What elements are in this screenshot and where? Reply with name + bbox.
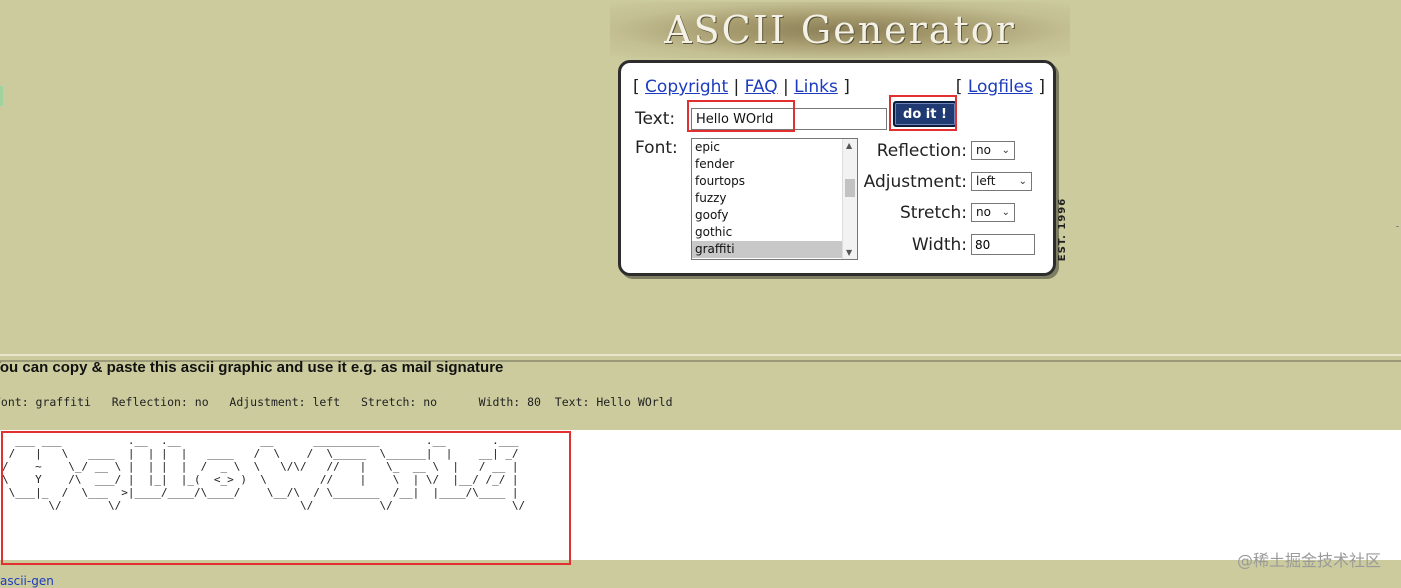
width-input[interactable] — [971, 234, 1035, 255]
chevron-down-icon: ⌄ — [1001, 207, 1010, 218]
font-option-selected[interactable]: graffiti — [692, 241, 857, 258]
font-option[interactable]: goofy — [692, 207, 857, 224]
font-listbox[interactable]: epic fender fourtops fuzzy goofy gothic … — [691, 138, 858, 260]
chevron-down-icon: ⌄ — [1018, 176, 1027, 187]
logfiles-link[interactable]: Logfiles — [968, 77, 1033, 97]
text-highlight-box — [687, 100, 795, 132]
font-option[interactable]: epic — [692, 139, 857, 156]
scroll-down-icon[interactable]: ▼ — [846, 248, 852, 257]
generator-form-panel: [ Copyright | FAQ | Links ] [ Logfiles ]… — [618, 60, 1056, 276]
font-option[interactable]: fourtops — [692, 173, 857, 190]
est-badge: EST. 1996 — [1056, 197, 1070, 261]
right-edge-mark — [1396, 226, 1399, 227]
scroll-thumb[interactable] — [845, 179, 855, 197]
left-edge-mark — [0, 86, 3, 106]
reflection-value: no — [976, 143, 991, 157]
button-highlight-box — [889, 95, 957, 131]
settings-info-line: Font: graffiti Reflection: no Adjustment… — [0, 395, 673, 409]
width-label: Width: — [911, 235, 967, 255]
bracket-open: [ — [955, 77, 963, 97]
stretch-value: no — [976, 205, 991, 219]
scroll-up-icon[interactable]: ▲ — [846, 141, 852, 150]
font-list-scrollbar[interactable]: ▲ ▼ — [842, 139, 857, 259]
stretch-select[interactable]: no ⌄ — [971, 203, 1015, 222]
bracket-close: ] — [843, 77, 850, 97]
adjustment-value: left — [976, 174, 996, 188]
links-link[interactable]: Links — [794, 77, 838, 97]
faq-link[interactable]: FAQ — [745, 77, 778, 97]
copy-message: You can copy & paste this ascii graphic … — [0, 359, 504, 376]
bracket-open: [ — [633, 77, 640, 97]
text-label: Text: — [635, 109, 676, 129]
adjustment-label: Adjustment: — [863, 172, 967, 192]
nav-separator: | — [733, 77, 740, 97]
bracket-close: ] — [1038, 77, 1045, 97]
font-option[interactable]: fuzzy — [692, 190, 857, 207]
watermark: @稀土掘金技术社区 — [1236, 551, 1381, 570]
font-option[interactable]: gothic — [692, 224, 857, 241]
nav-separator: | — [783, 77, 789, 97]
top-nav-right: [ Logfiles ] — [956, 77, 1045, 97]
est-text: EST. 1996 — [1057, 197, 1069, 261]
adjustment-select[interactable]: left ⌄ — [971, 172, 1032, 191]
site-logo: ASCII Generator — [610, 2, 1070, 58]
logo-text: ASCII Generator — [664, 8, 1016, 52]
chevron-down-icon: ⌄ — [1001, 145, 1010, 156]
output-highlight-box — [1, 431, 571, 565]
stretch-label: Stretch: — [899, 203, 967, 223]
top-nav: [ Copyright | FAQ | Links ] — [633, 77, 850, 97]
copyright-link[interactable]: Copyright — [645, 77, 728, 97]
font-option[interactable]: fender — [692, 156, 857, 173]
reflection-label: Reflection: — [876, 141, 967, 161]
font-label: Font: — [635, 138, 678, 158]
ascii-output-area[interactable]: ___ ___ .__ .__ __ __________ .__ .___ /… — [0, 430, 1401, 565]
reflection-select[interactable]: no ⌄ — [971, 141, 1015, 160]
